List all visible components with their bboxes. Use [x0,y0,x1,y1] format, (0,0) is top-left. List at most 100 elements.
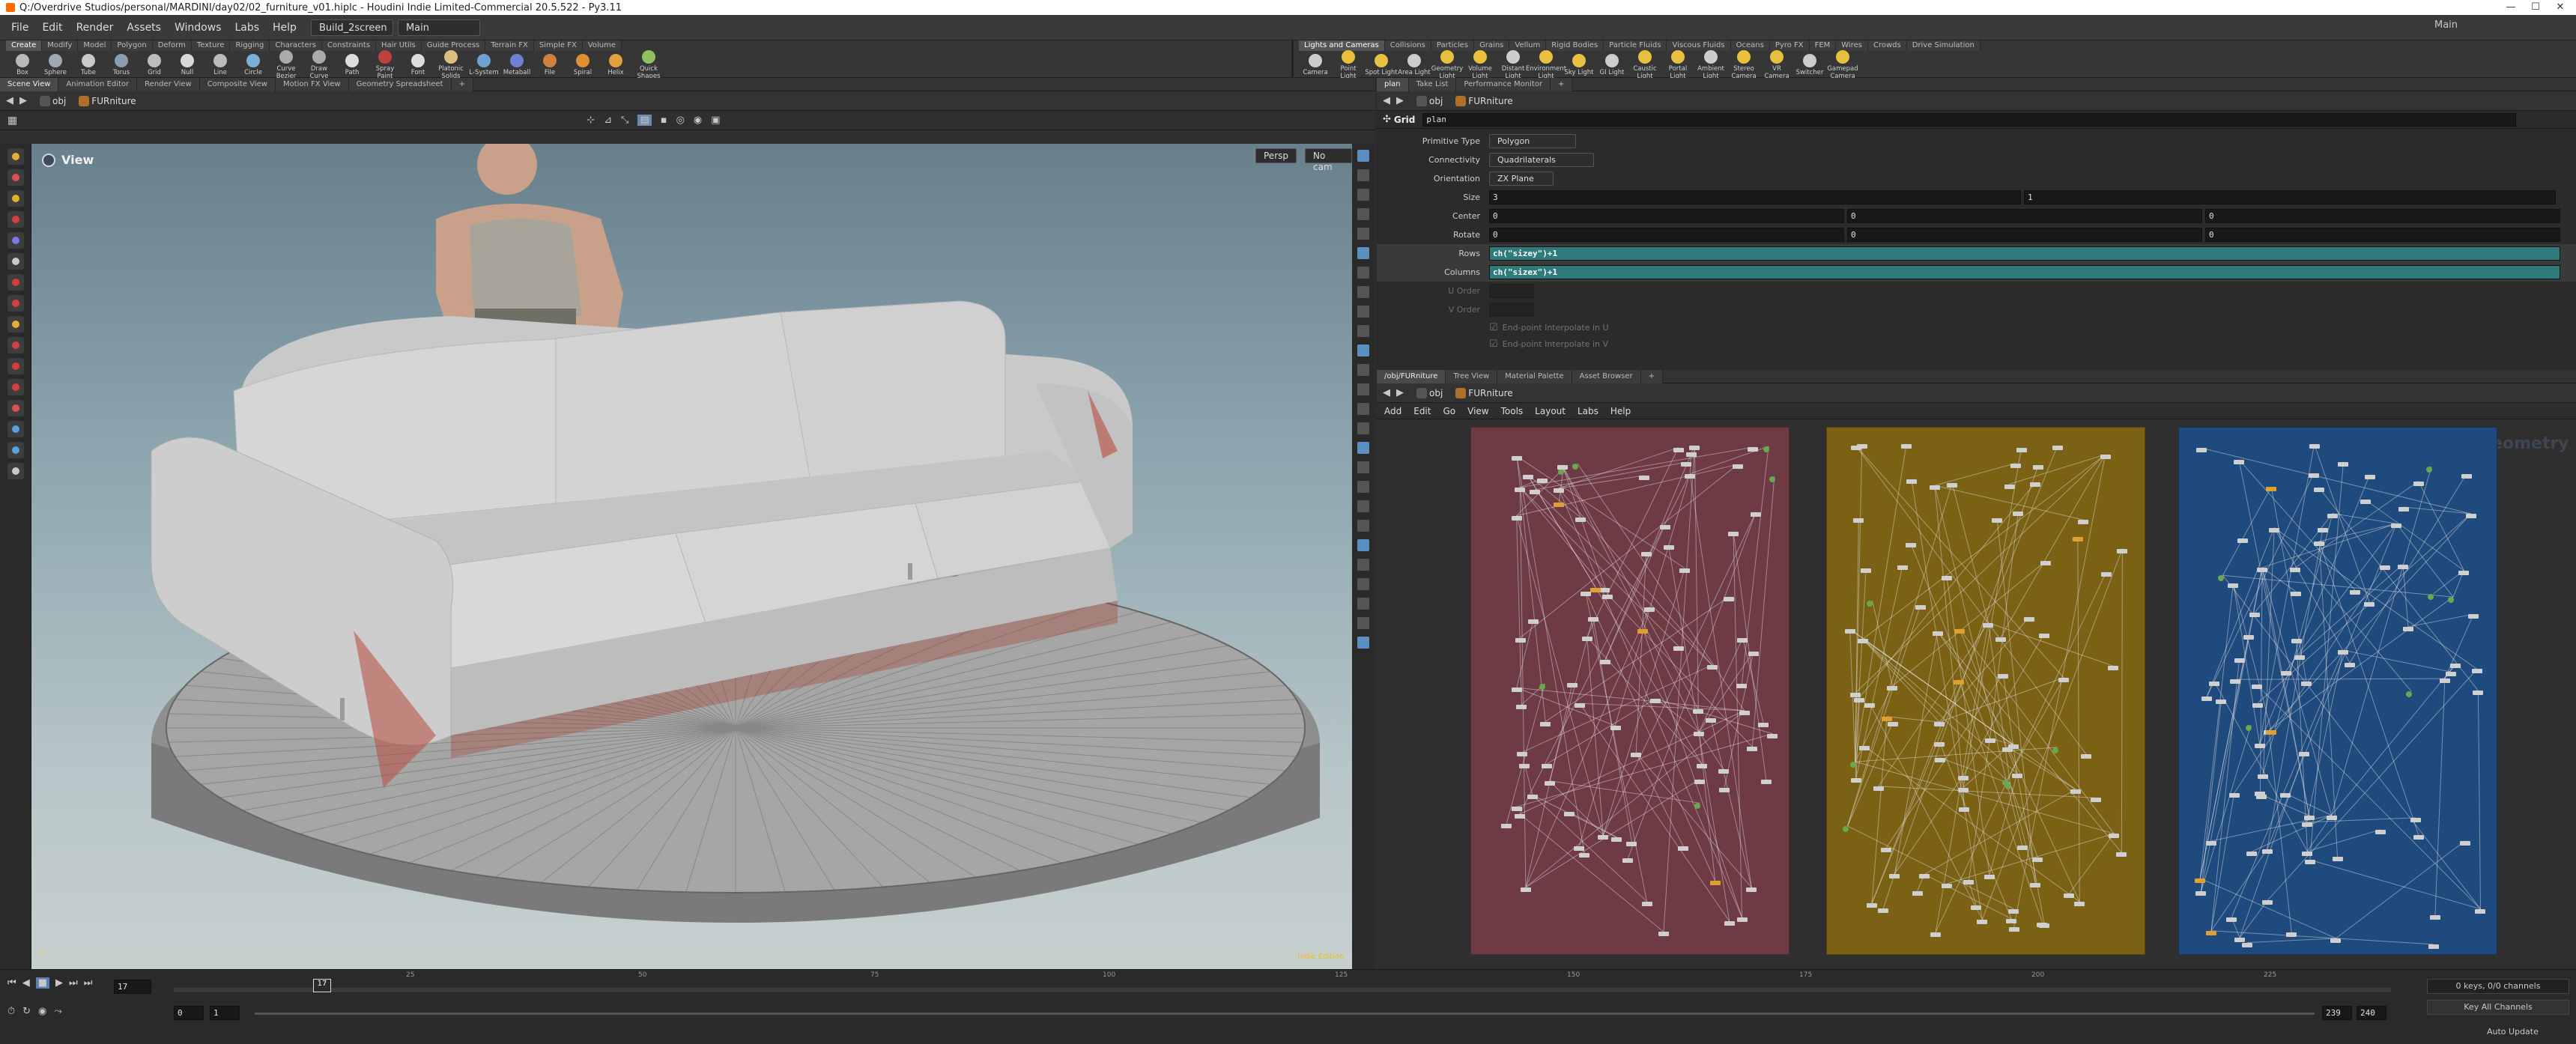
network-node[interactable] [2375,829,2386,834]
path-furniture[interactable]: FURniture [91,96,136,106]
network-node[interactable] [2308,473,2319,479]
network-node[interactable] [1842,825,1849,832]
network-node[interactable] [1915,605,1926,610]
network-node[interactable] [1881,847,1892,852]
network-node[interactable] [2030,882,2041,887]
network-node[interactable] [1567,683,1578,688]
network-node[interactable] [1599,588,1610,593]
network-node[interactable] [1941,575,1952,580]
network-node[interactable] [2237,538,2249,543]
shelf-tab-characters[interactable]: Characters [270,40,322,51]
checkbox-icon[interactable]: ☑ [1489,339,1498,350]
shelf-tab-oceans[interactable]: Oceans [1730,40,1770,51]
shelf-tab-particle-fluids[interactable]: Particle Fluids [1604,40,1667,51]
network-menu-labs[interactable]: Labs [1578,406,1598,416]
auto-update-menu[interactable]: Auto Update [2487,1027,2539,1037]
network-menu-go[interactable]: Go [1443,406,1455,416]
network-node[interactable] [1696,764,1707,769]
tool-caustic-light[interactable]: Caustic Light [1628,50,1661,80]
network-node[interactable] [1673,646,1685,652]
network-node[interactable] [1520,887,1531,892]
network-node[interactable] [2318,528,2329,533]
network-node[interactable] [1889,873,1900,878]
network-node[interactable] [1673,447,1684,452]
path-furniture[interactable]: FURniture [1468,388,1512,398]
network-node[interactable] [2428,944,2439,949]
network-node[interactable] [2266,730,2277,735]
network-node[interactable] [2465,513,2476,518]
shelf-tab-rigging[interactable]: Rigging [230,40,270,51]
network-node[interactable] [1769,476,1775,482]
network-node[interactable] [1681,462,1692,467]
path-obj[interactable]: obj [1429,388,1443,398]
network-node[interactable] [1934,742,1945,747]
network-node[interactable] [1954,679,1965,685]
menu-assets[interactable]: Assets [120,15,168,40]
back-icon[interactable]: ◀ [6,95,13,106]
network-node[interactable] [2338,650,2349,655]
network-node[interactable] [1644,607,1655,612]
network-node[interactable] [2473,691,2484,696]
viewport-option-icon[interactable] [1357,598,1369,610]
pose-tool-icon[interactable] [7,253,24,270]
network-node[interactable] [1958,787,1969,792]
network-node[interactable] [2209,682,2220,687]
network-node[interactable] [1853,518,1864,523]
network-node[interactable] [1844,628,1855,634]
network-node[interactable] [2006,918,2017,923]
network-node[interactable] [1678,846,1689,851]
tool-volume-light[interactable]: Volume Light [1464,50,1497,80]
network-node[interactable] [2391,523,2402,529]
shelf-tab-model[interactable]: Model [78,40,112,51]
tool-camera[interactable]: Camera [1299,54,1332,76]
viewport-option-icon[interactable] [1357,383,1369,395]
network-node[interactable] [1598,834,1609,840]
network-node[interactable] [2013,512,2024,517]
viewport[interactable]: View Persp No cam Indie Edition ⟂ [31,144,1352,969]
viewport-option-icon[interactable] [1357,500,1369,512]
network-node[interactable] [2195,891,2207,896]
tool-line[interactable]: Line [204,54,237,76]
network-node[interactable] [1739,710,1750,715]
network-node[interactable] [2230,679,2241,685]
network-node[interactable] [1519,764,1530,769]
network-node[interactable] [1998,673,2009,679]
network-node[interactable] [2023,616,2034,622]
close-icon[interactable]: ✕ [2543,0,2576,15]
network-node[interactable] [1587,616,1598,622]
shelf-tab-terrain-fx[interactable]: Terrain FX [485,40,534,51]
network-node[interactable] [1574,703,1585,708]
network-menu-layout[interactable]: Layout [1535,406,1566,416]
tool-spray-paint[interactable]: Spray Paint [369,50,401,80]
tab-animation-editor[interactable]: Animation Editor [58,77,138,91]
viewport-option-icon[interactable] [1357,403,1369,415]
network-node[interactable] [1600,659,1611,664]
network-node[interactable] [2302,851,2313,856]
network-node[interactable] [1901,443,1912,449]
network-node[interactable] [1906,479,1917,484]
network-node[interactable] [1517,752,1528,757]
network-node[interactable] [2090,798,2101,803]
network-node[interactable] [1527,795,1538,800]
network-node[interactable] [1544,780,1555,786]
network-menu-edit[interactable]: Edit [1413,406,1431,416]
shelf-tab-fem[interactable]: FEM [1809,40,1837,51]
network-node[interactable] [1919,874,1930,879]
add-tab-icon[interactable]: + [1550,77,1573,91]
network-node[interactable] [2040,560,2052,565]
network-node[interactable] [2330,938,2342,943]
tool-point-light[interactable]: Point Light [1332,50,1365,80]
network-node[interactable] [2450,664,2461,669]
network-node[interactable] [1849,762,1856,768]
network-node[interactable] [1622,858,1634,864]
network-node[interactable] [2228,792,2240,798]
tool-path[interactable]: Path [336,54,369,76]
shelf-tab-wires[interactable]: Wires [1836,40,1868,51]
network-node[interactable] [1878,908,1889,913]
network-node[interactable] [1579,853,1590,858]
network-node[interactable] [1705,717,1716,723]
forward-icon[interactable]: ▶ [1396,95,1404,106]
network-node[interactable] [1658,932,1669,937]
network-node[interactable] [2080,754,2091,759]
network-node[interactable] [1638,476,1649,480]
